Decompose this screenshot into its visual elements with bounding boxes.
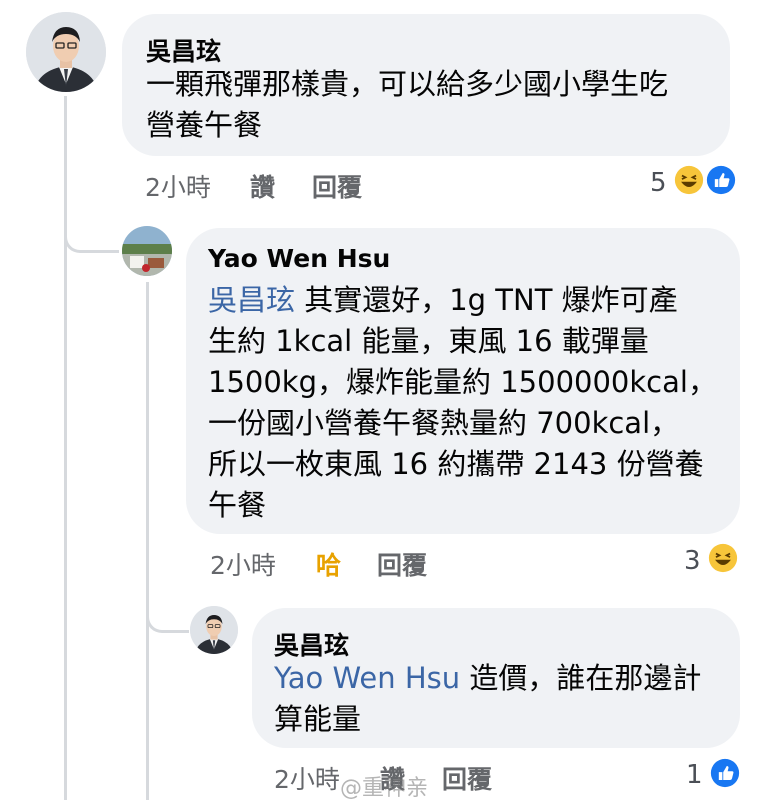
reply-button[interactable]: 回覆 xyxy=(442,760,492,796)
comment-text: Yao Wen Hsu 造價，誰在那邊計 算能量 xyxy=(274,658,701,740)
thread-elbow-1 xyxy=(64,200,119,253)
like-button[interactable]: 讚 xyxy=(250,168,275,204)
haha-icon[interactable] xyxy=(706,541,740,575)
comment-author[interactable]: 吳昌玹 xyxy=(146,32,221,68)
comment-line: 算能量 xyxy=(274,702,362,736)
watermark: @重神亲 xyxy=(340,776,429,801)
comment-bubble: 吳昌玹 一顆飛彈那樣貴，可以給多少國小學生吃 營養午餐 xyxy=(122,14,730,156)
comment-author[interactable]: Yao Wen Hsu xyxy=(208,244,390,273)
reaction-count[interactable]: 5 xyxy=(650,168,667,198)
comment-line: Yao Wen Hsu 造價，誰在那邊計 xyxy=(274,658,701,699)
avatar[interactable] xyxy=(26,12,106,92)
comment-line: 吳昌玹 其實還好，1g TNT 爆炸可產 xyxy=(208,280,717,321)
comment-timestamp[interactable]: 2小時 xyxy=(210,546,276,582)
comment-line: 一份國小營養午餐熱量約 700kcal， xyxy=(208,406,680,440)
comment-bubble: 吳昌玹 Yao Wen Hsu 造價，誰在那邊計 算能量 xyxy=(252,608,740,748)
reaction-count[interactable]: 3 xyxy=(684,546,701,576)
comment-timestamp[interactable]: 2小時 xyxy=(274,760,340,796)
haha-button[interactable]: 哈 xyxy=(316,546,341,582)
comment-text: 吳昌玹 其實還好，1g TNT 爆炸可產 生約 1kcal 能量，東風 16 載… xyxy=(208,280,717,526)
thread-elbow-2 xyxy=(146,580,189,633)
comment-text: 一顆飛彈那樣貴，可以給多少國小學生吃 營養午餐 xyxy=(146,64,668,146)
mention-link[interactable]: 吳昌玹 xyxy=(208,283,295,317)
mention-link[interactable]: Yao Wen Hsu xyxy=(274,661,460,695)
reaction-count[interactable]: 1 xyxy=(686,760,703,790)
comment-line: 午餐 xyxy=(208,488,267,522)
reply-button[interactable]: 回覆 xyxy=(312,168,362,204)
avatar[interactable] xyxy=(190,606,238,654)
comment-line-text: 造價，誰在那邊計 xyxy=(460,661,702,695)
comment-bubble: Yao Wen Hsu 吳昌玹 其實還好，1g TNT 爆炸可產 生約 1kca… xyxy=(186,228,740,534)
comment-author[interactable]: 吳昌玹 xyxy=(274,626,349,662)
like-icon[interactable] xyxy=(708,756,742,790)
comment-line: 生約 1kcal 能量，東風 16 載彈量 xyxy=(208,324,649,358)
comment-line: 1500kg，爆炸能量約 1500000kcal， xyxy=(208,365,717,399)
like-icon[interactable] xyxy=(704,163,738,197)
avatar[interactable] xyxy=(122,226,172,276)
comment-timestamp[interactable]: 2小時 xyxy=(145,168,211,204)
comment-line: 所以一枚東風 16 約攜帶 2143 份營養 xyxy=(208,447,704,481)
comment-line-text: 其實還好，1g TNT 爆炸可產 xyxy=(295,283,678,317)
reply-button[interactable]: 回覆 xyxy=(377,546,427,582)
thread-line-reply xyxy=(146,282,149,800)
haha-icon[interactable] xyxy=(672,163,706,197)
comment-line: 營養午餐 xyxy=(146,108,263,142)
comment-line: 一顆飛彈那樣貴，可以給多少國小學生吃 xyxy=(146,67,669,101)
